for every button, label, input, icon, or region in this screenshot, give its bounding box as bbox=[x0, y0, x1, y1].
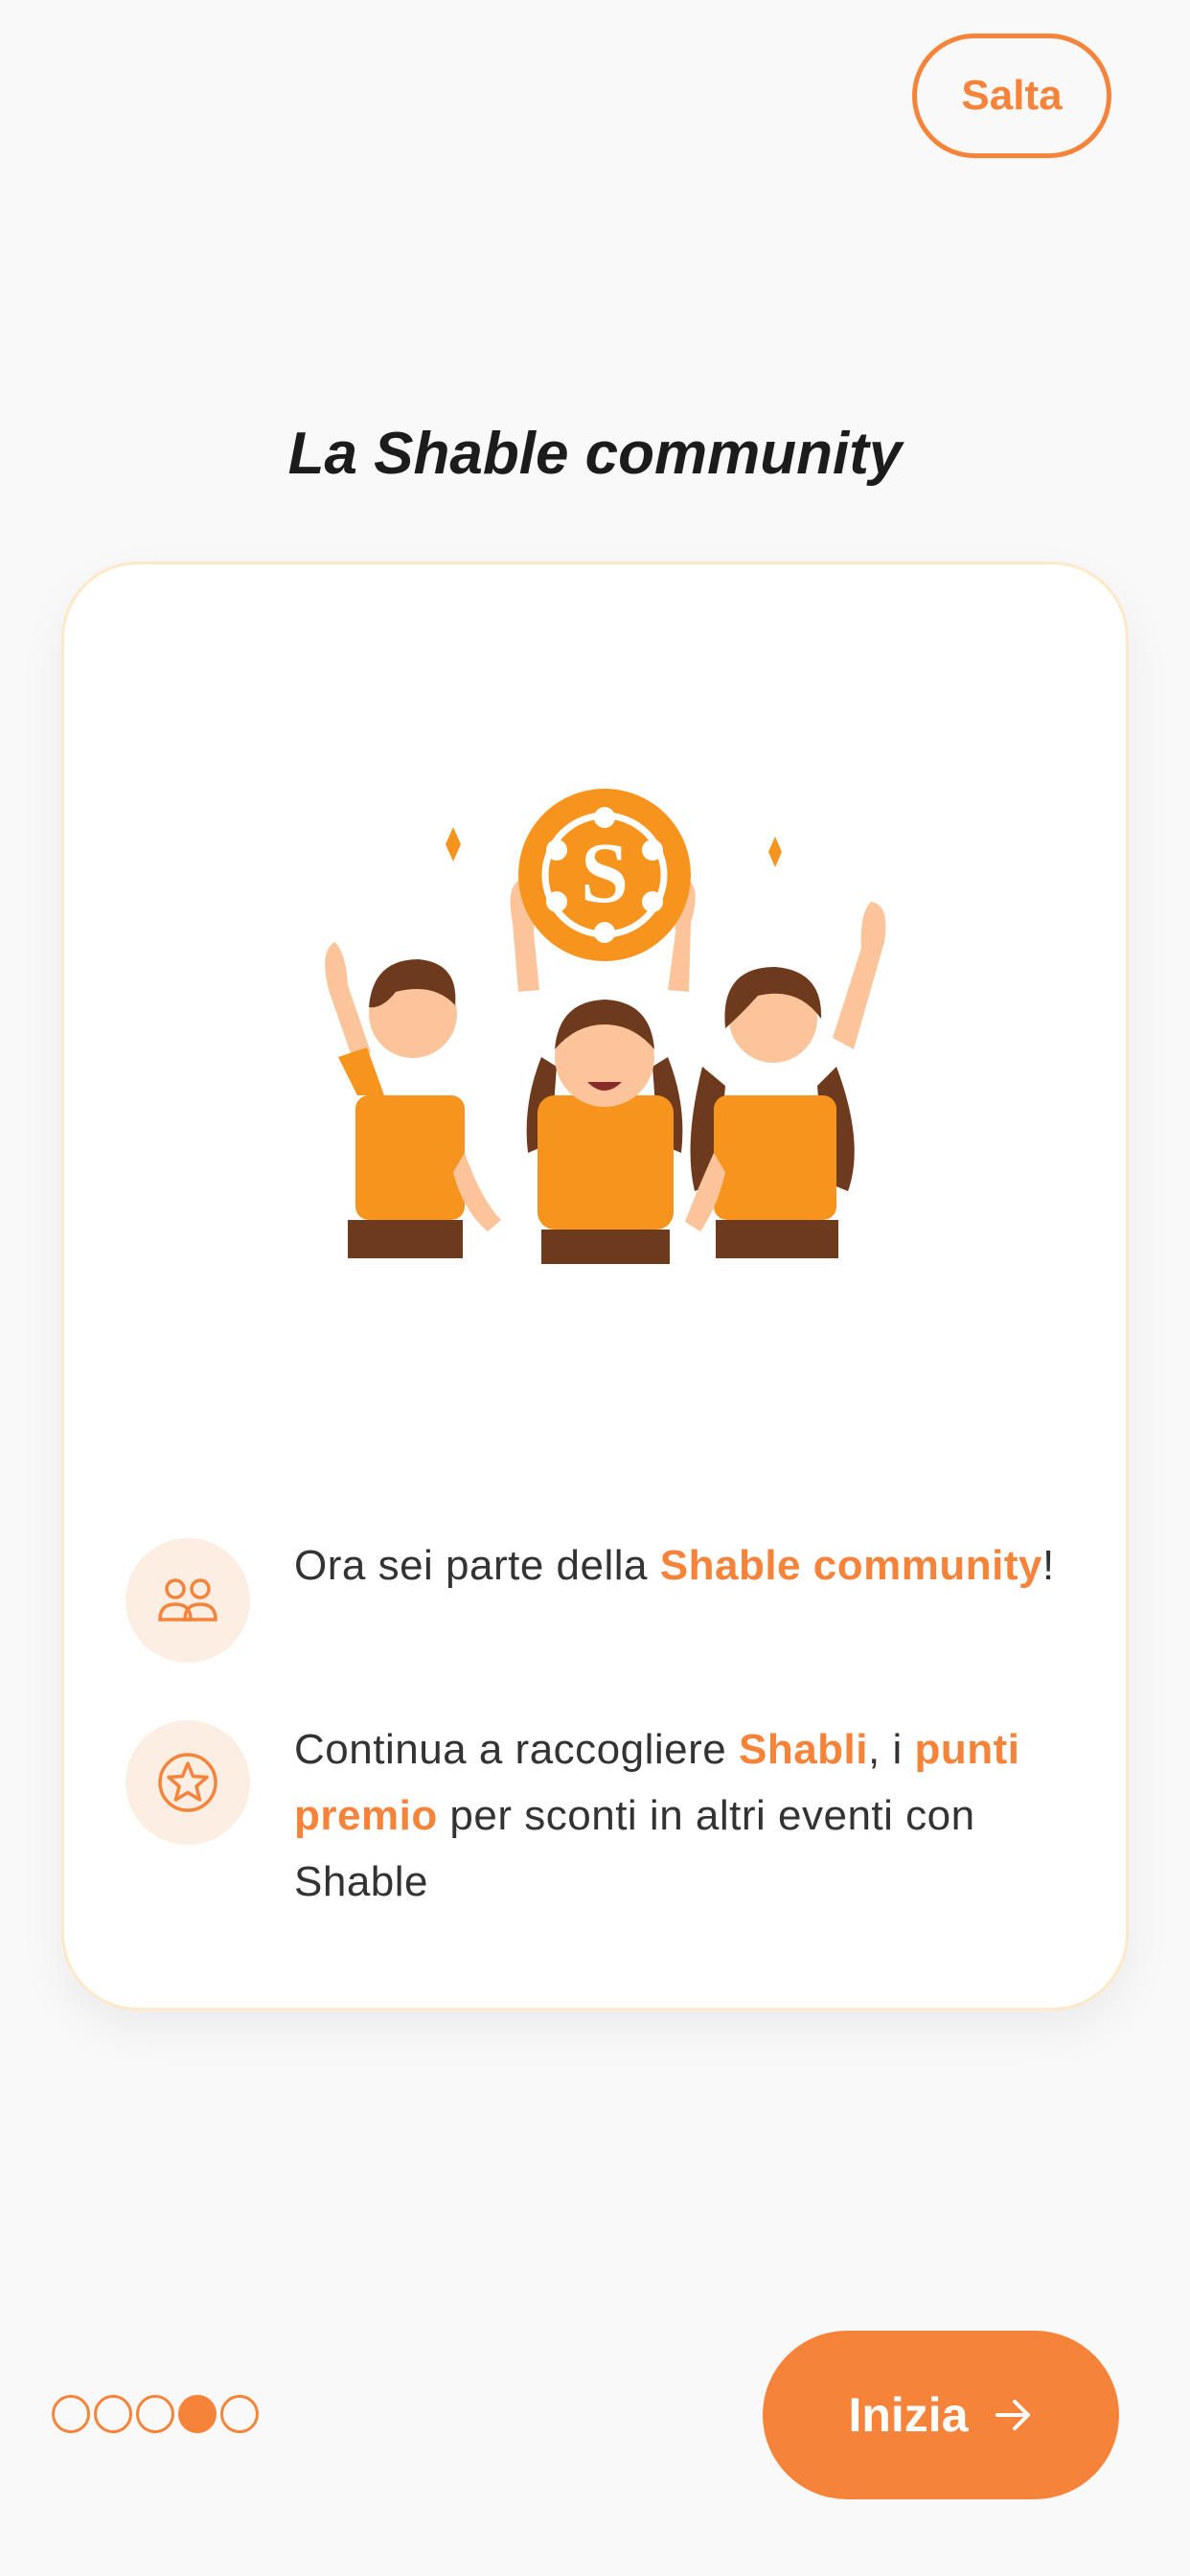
feature-row-community: Ora sei parte della Shable community! bbox=[126, 1538, 1080, 1663]
arrow-right-icon bbox=[994, 2398, 1034, 2432]
page-dot-active bbox=[178, 2395, 217, 2433]
community-illustration: S bbox=[325, 789, 886, 1264]
feature-row-points: Continua a raccogliere Shabli, i punti p… bbox=[126, 1720, 1080, 1915]
skip-button[interactable]: Salta bbox=[912, 34, 1111, 158]
svg-text:S: S bbox=[581, 826, 629, 921]
feature-text-community: Ora sei parte della Shable community! bbox=[294, 1542, 1055, 1589]
star-badge-icon bbox=[126, 1720, 250, 1845]
feature-text-points: Continua a raccogliere Shabli, i punti p… bbox=[294, 1726, 1020, 1905]
page-dot bbox=[136, 2395, 174, 2433]
page-dot bbox=[94, 2395, 132, 2433]
page-dot bbox=[220, 2395, 259, 2433]
page-indicator bbox=[52, 2395, 263, 2433]
page-title: La Shable community bbox=[287, 421, 903, 487]
start-button[interactable]: Inizia bbox=[763, 2331, 1119, 2499]
info-card: S Ora sei parte della Shable community! bbox=[61, 562, 1129, 2011]
people-icon bbox=[126, 1538, 250, 1663]
page-dot bbox=[52, 2395, 90, 2433]
start-button-label: Inizia bbox=[848, 2388, 969, 2442]
